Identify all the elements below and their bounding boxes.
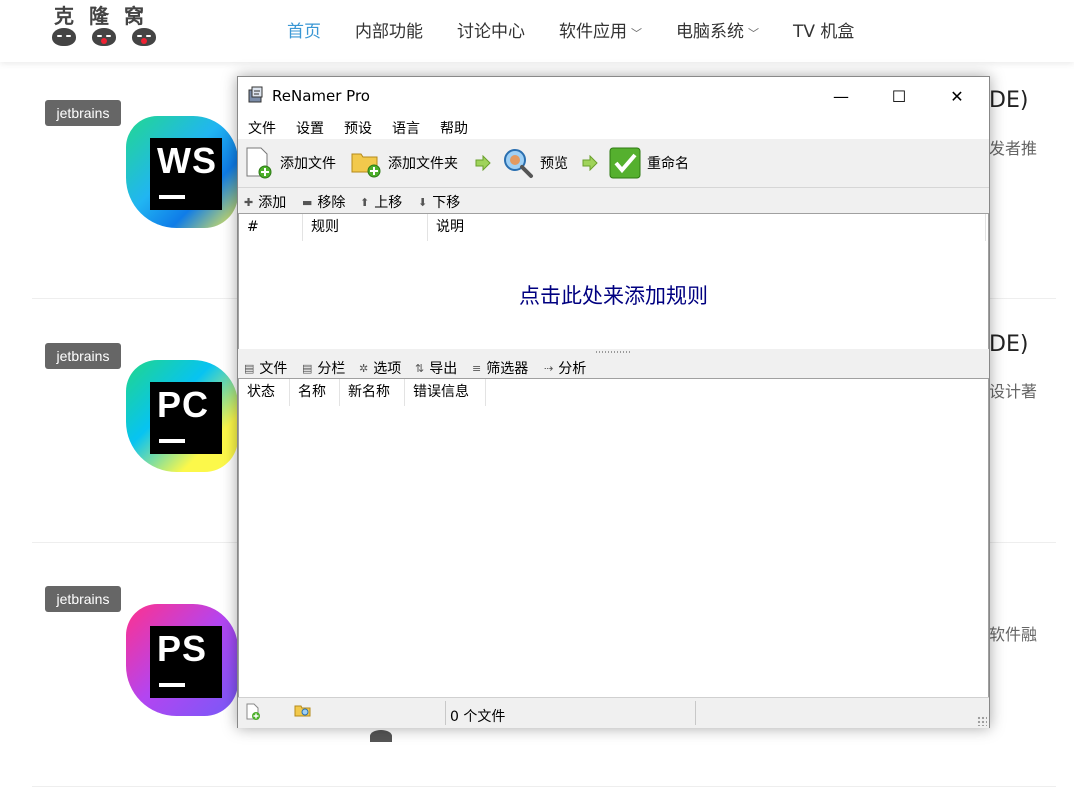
- close-button[interactable]: ✕: [928, 77, 986, 115]
- site-header: 克隆窝 首页 内部功能 讨论中心 软件应用 ﹀ 电脑系统 ﹀ TV 机盒: [0, 0, 1074, 62]
- preview-button[interactable]: 预览: [502, 139, 568, 187]
- chevron-down-icon: ﹀: [748, 26, 759, 40]
- chevron-down-icon: ﹀: [631, 26, 642, 40]
- add-file-icon: [246, 147, 272, 179]
- post-title[interactable]: DE): [989, 88, 1028, 113]
- arrow-right-icon: [475, 155, 491, 171]
- files-toolbar: ▤ 文件 ▤ 分栏 ✲ 选项 ⇅ 导出 ≡ 筛选器 ⇢ 分析: [238, 355, 989, 378]
- menu-presets[interactable]: 预设: [344, 118, 372, 138]
- column-header-index[interactable]: #: [239, 214, 303, 241]
- add-file-small-icon[interactable]: [244, 703, 262, 721]
- post-excerpt: 软件融: [989, 625, 1038, 644]
- export-icon: ⇅: [415, 361, 425, 375]
- add-rules-hint[interactable]: 点击此处来添加规则: [239, 280, 988, 310]
- column-header-rule[interactable]: 规则: [303, 214, 428, 241]
- nav-internal[interactable]: 内部功能: [355, 17, 423, 42]
- options-icon: ✲: [359, 361, 369, 375]
- window-title: ReNamer Pro: [272, 87, 370, 105]
- logo-text: 克隆窝: [54, 4, 159, 28]
- nav-home[interactable]: 首页: [287, 17, 321, 42]
- arrow-down-icon: ⬇: [418, 195, 428, 209]
- post-title[interactable]: DE): [989, 332, 1028, 357]
- post-tag[interactable]: jetbrains: [45, 586, 121, 612]
- export-menu-button[interactable]: ⇅ 导出: [415, 358, 457, 378]
- filter-icon: ≡: [472, 361, 482, 375]
- options-menu-button[interactable]: ✲ 选项: [359, 358, 401, 378]
- move-up-button[interactable]: ⬆ 上移: [360, 192, 402, 212]
- move-down-button[interactable]: ⬇ 下移: [418, 192, 460, 212]
- checkmark-icon: [609, 147, 641, 179]
- nav-software[interactable]: 软件应用 ﹀: [559, 17, 642, 42]
- column-header-description[interactable]: 说明: [428, 214, 986, 241]
- column-header-name[interactable]: 名称: [290, 379, 340, 406]
- files-menu-button[interactable]: ▤ 文件: [244, 358, 287, 378]
- nav-tv[interactable]: TV 机盒: [793, 17, 854, 42]
- magnifier-icon: [504, 149, 533, 178]
- post-tag[interactable]: jetbrains: [45, 343, 121, 369]
- rename-button[interactable]: 重命名: [609, 139, 689, 187]
- analyze-menu-button[interactable]: ⇢ 分析: [544, 358, 586, 378]
- post-excerpt: 设计著: [989, 382, 1038, 401]
- files-icon: ▤: [244, 361, 255, 375]
- columns-menu-button[interactable]: ▤ 分栏: [302, 358, 345, 378]
- menu-language[interactable]: 语言: [392, 118, 420, 138]
- webstorm-logo[interactable]: WS: [126, 116, 244, 234]
- nav-forum[interactable]: 讨论中心: [457, 17, 525, 42]
- column-header-error[interactable]: 错误信息: [405, 379, 486, 406]
- resize-grip-icon[interactable]: [977, 716, 987, 726]
- rules-list[interactable]: # 规则 说明 点击此处来添加规则: [238, 213, 989, 350]
- column-header-status[interactable]: 状态: [239, 379, 290, 406]
- status-bar: 0 个文件: [238, 697, 989, 728]
- post-tag[interactable]: jetbrains: [45, 100, 121, 126]
- site-logo[interactable]: 克隆窝: [50, 0, 160, 58]
- filter-menu-button[interactable]: ≡ 筛选器: [472, 358, 528, 378]
- columns-icon: ▤: [302, 361, 313, 375]
- nav-system[interactable]: 电脑系统 ﹀: [676, 17, 759, 42]
- renamer-app-icon: [248, 86, 263, 103]
- plus-icon: ✚: [244, 195, 254, 209]
- analyze-icon: ⇢: [544, 361, 554, 375]
- rules-toolbar: ✚ 添加 ▬ 移除 ⬆ 上移 ⬇ 下移: [238, 188, 989, 213]
- main-toolbar: 添加文件 添加文件夹 预览 重命名: [238, 139, 989, 188]
- main-nav: 首页 内部功能 讨论中心 软件应用 ﹀ 电脑系统 ﹀ TV 机盒: [270, 0, 871, 58]
- menu-file[interactable]: 文件: [248, 118, 276, 138]
- remove-rule-button[interactable]: ▬ 移除: [302, 192, 345, 212]
- files-list[interactable]: 状态 名称 新名称 错误信息: [238, 378, 989, 698]
- minus-icon: ▬: [302, 195, 313, 209]
- menu-settings[interactable]: 设置: [296, 118, 324, 138]
- minimize-button[interactable]: —: [812, 77, 870, 115]
- arrow-right-icon: [582, 155, 598, 171]
- avatar-icon: [370, 730, 392, 742]
- phpstorm-logo[interactable]: PS: [126, 604, 244, 722]
- pycharm-logo[interactable]: PC: [126, 360, 244, 478]
- add-folder-small-icon[interactable]: [294, 702, 312, 720]
- add-folder-icon: [351, 153, 381, 178]
- maximize-button[interactable]: ☐: [870, 77, 928, 115]
- menu-help[interactable]: 帮助: [440, 118, 468, 138]
- file-count-status: 0 个文件: [450, 709, 506, 725]
- post-excerpt: 发者推: [989, 139, 1038, 158]
- renamer-window: ReNamer Pro — ☐ ✕ 文件 设置 预设 语言 帮助 添加文件 添加…: [237, 76, 990, 728]
- add-rule-button[interactable]: ✚ 添加: [244, 192, 286, 212]
- add-folder-button[interactable]: 添加文件夹: [350, 139, 458, 187]
- menu-bar: 文件 设置 预设 语言 帮助: [238, 115, 989, 139]
- arrow-up-icon: ⬆: [360, 195, 370, 209]
- column-header-new-name[interactable]: 新名称: [340, 379, 405, 406]
- add-files-button[interactable]: 添加文件: [244, 139, 336, 187]
- title-bar[interactable]: ReNamer Pro — ☐ ✕: [238, 77, 989, 115]
